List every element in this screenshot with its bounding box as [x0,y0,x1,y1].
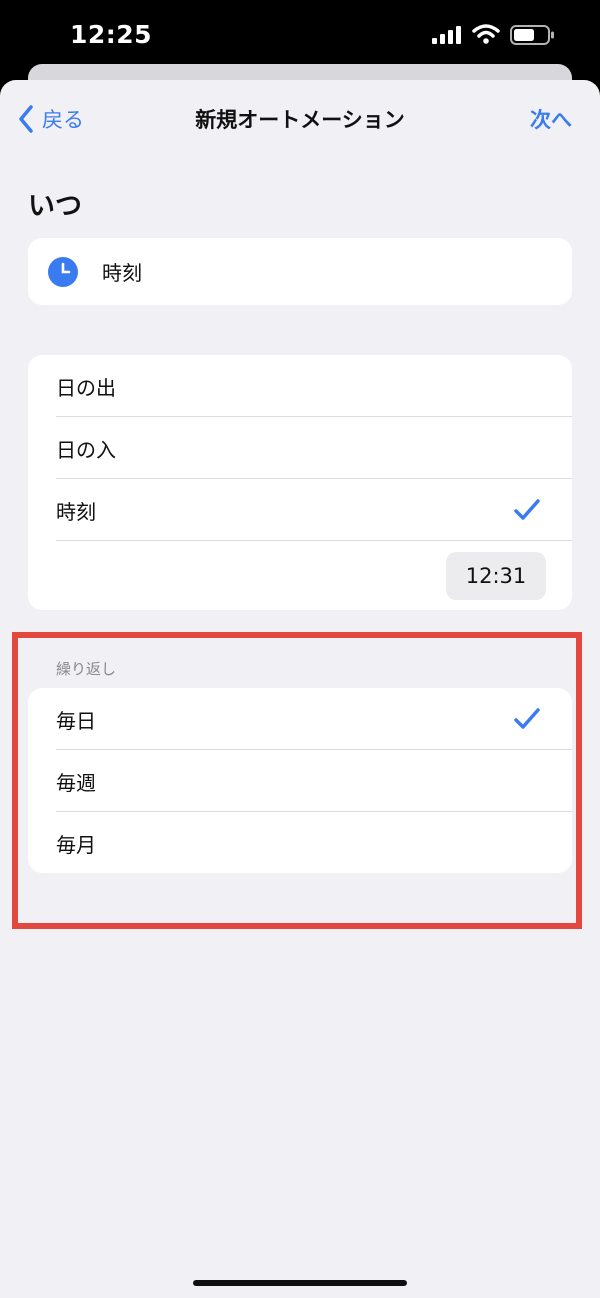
checkmark-icon [514,708,540,735]
time-options-list: 日の出 日の入 時刻 12:31 [28,355,572,610]
option-sunrise[interactable]: 日の出 [56,355,572,417]
battery-icon [510,25,556,49]
cellular-signal-icon [432,26,462,48]
when-title: いつ [28,191,82,222]
repeat-options-list: 毎日 毎週 毎月 [28,688,572,873]
status-time: 12:25 [70,20,153,49]
wifi-icon [472,24,500,48]
option-sunset[interactable]: 日の入 [56,417,572,479]
repeat-label: 毎週 [56,770,96,795]
repeat-label: 毎日 [56,708,96,733]
repeat-label: 毎月 [56,832,96,857]
repeat-header: 繰り返し [56,660,117,678]
page-title: 新規オートメーション [195,108,405,132]
next-button[interactable]: 次へ [530,104,572,134]
trigger-card[interactable]: 時刻 [28,238,572,305]
option-label: 時刻 [56,499,96,524]
automation-sheet: 戻る 新規オートメーション 次へ いつ 時刻 日の出 日の入 時刻 12:31 … [0,80,600,1298]
option-time-of-day[interactable]: 時刻 [56,479,572,541]
checkmark-icon [514,499,540,526]
clock-icon [48,256,78,287]
status-bar: 12:25 [0,0,600,66]
repeat-monthly[interactable]: 毎月 [56,812,572,874]
time-picker[interactable]: 12:31 [446,552,546,600]
home-indicator [193,1280,407,1286]
option-label: 日の出 [56,375,116,400]
trigger-label: 時刻 [102,261,142,285]
repeat-daily[interactable]: 毎日 [56,688,572,750]
repeat-weekly[interactable]: 毎週 [56,750,572,812]
option-label: 日の入 [56,437,116,462]
